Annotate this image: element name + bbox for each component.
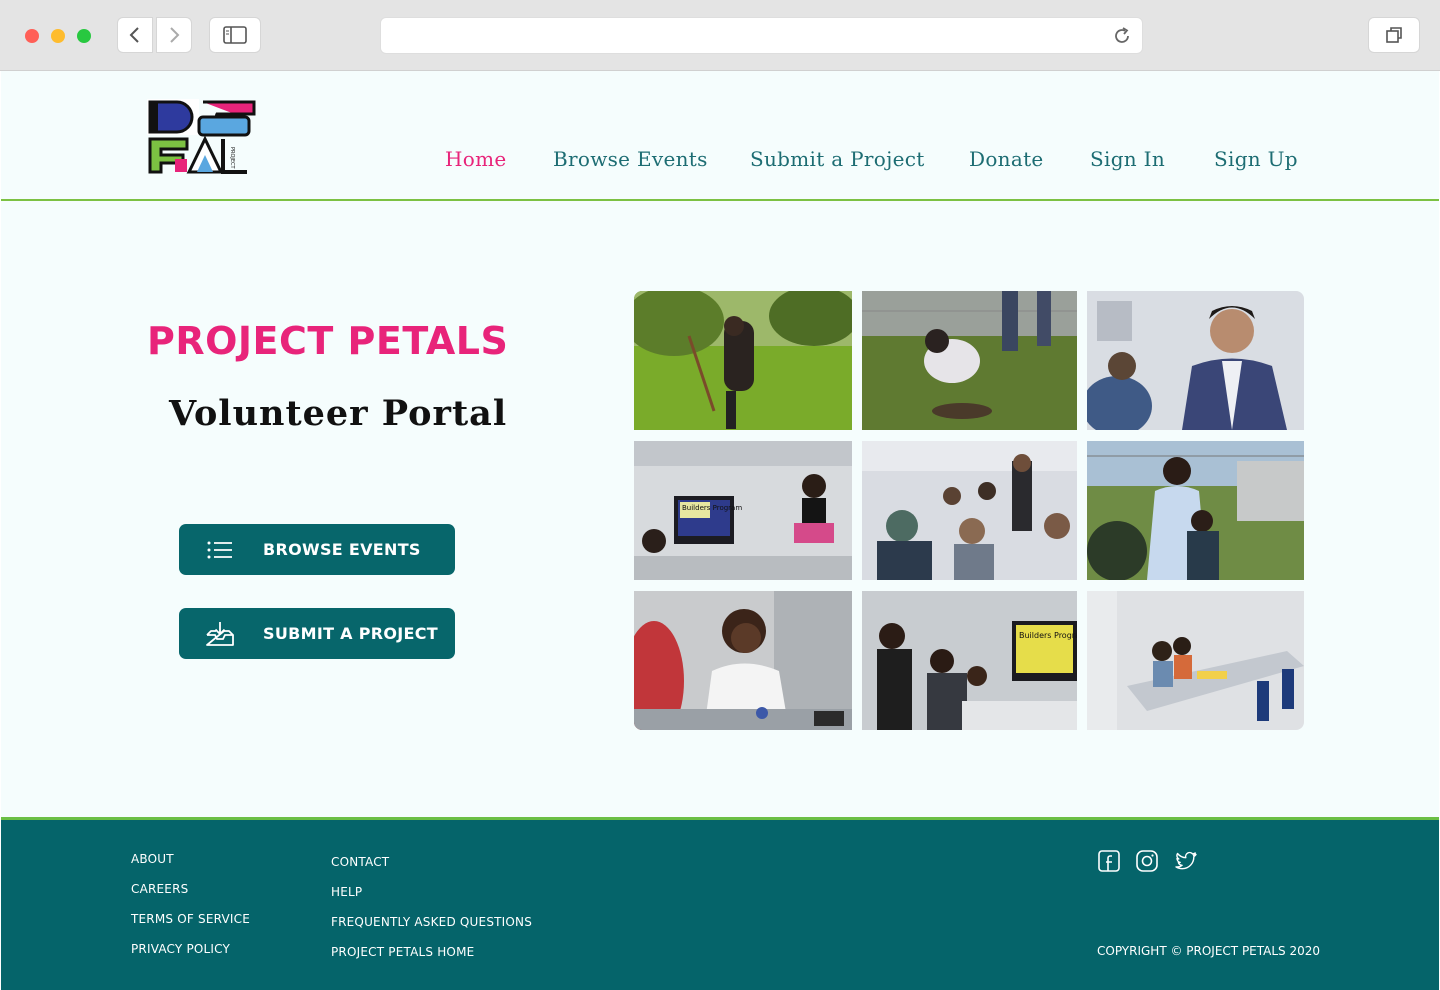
- man-in-plaid-blazer-photo: [1087, 291, 1304, 430]
- minimize-window-button[interactable]: [51, 29, 65, 43]
- builders-program-screen-text: Builders Program: [682, 504, 742, 512]
- woman-smiling-classroom-photo: [634, 591, 852, 730]
- browse-events-label: BROWSE EVENTS: [263, 540, 421, 559]
- nav-sign-in[interactable]: Sign In: [1090, 147, 1165, 171]
- instagram-icon[interactable]: [1135, 849, 1159, 873]
- logo-small-text: PROJECT: [229, 147, 235, 170]
- nav-browse-events[interactable]: Browse Events: [553, 147, 708, 171]
- volunteer-digging-photo: [634, 291, 852, 430]
- site-footer: ABOUT CAREERS TERMS OF SERVICE PRIVACY P…: [1, 817, 1439, 990]
- site-header: PROJECT Home Browse Events Submit a Proj…: [1, 71, 1439, 201]
- nav-submit-project[interactable]: Submit a Project: [750, 147, 925, 171]
- close-window-button[interactable]: [25, 29, 39, 43]
- footer-link-careers[interactable]: CAREERS: [131, 882, 188, 896]
- chevron-right-icon: [170, 27, 180, 43]
- builders-program-students-photo: Builders Program: [862, 591, 1077, 730]
- footer-link-privacy[interactable]: PRIVACY POLICY: [131, 942, 230, 956]
- copyright-text: COPYRIGHT © PROJECT PETALS 2020: [1097, 944, 1321, 958]
- browser-chrome: [0, 0, 1440, 71]
- builders-program-class-photo: Builders Program: [634, 441, 852, 580]
- web-page: PROJECT Home Browse Events Submit a Proj…: [1, 71, 1439, 990]
- footer-link-about[interactable]: ABOUT: [131, 852, 174, 866]
- submit-project-button[interactable]: SUBMIT A PROJECT: [179, 608, 455, 659]
- students-classroom-photo: [862, 441, 1077, 580]
- forward-button[interactable]: [156, 17, 192, 53]
- maximize-window-button[interactable]: [77, 29, 91, 43]
- nav-donate[interactable]: Donate: [969, 147, 1044, 171]
- reload-icon[interactable]: [1112, 26, 1132, 46]
- footer-link-contact[interactable]: CONTACT: [331, 855, 389, 869]
- nav-sign-up[interactable]: Sign Up: [1214, 147, 1298, 171]
- sidebar-toggle-button[interactable]: [209, 17, 261, 53]
- hero-title: PROJECT PETALS: [147, 319, 509, 363]
- submit-project-label: SUBMIT A PROJECT: [263, 624, 439, 643]
- browse-events-button[interactable]: BROWSE EVENTS: [179, 524, 455, 575]
- facebook-icon[interactable]: [1097, 849, 1121, 873]
- address-bar[interactable]: [380, 17, 1143, 54]
- list-icon: [205, 535, 235, 565]
- sidebar-icon: [223, 26, 247, 44]
- hero-subtitle: Volunteer Portal: [169, 393, 508, 434]
- twitter-icon[interactable]: [1174, 849, 1198, 873]
- children-at-table-photo: [1087, 591, 1304, 730]
- footer-link-faq[interactable]: FREQUENTLY ASKED QUESTIONS: [331, 915, 532, 929]
- footer-link-home[interactable]: PROJECT PETALS HOME: [331, 945, 474, 959]
- footer-link-terms[interactable]: TERMS OF SERVICE: [131, 912, 250, 926]
- tabs-icon: [1386, 27, 1402, 43]
- footer-link-help[interactable]: HELP: [331, 885, 362, 899]
- nav-home[interactable]: Home: [445, 147, 506, 171]
- tab-overview-button[interactable]: [1368, 17, 1420, 53]
- volunteer-planting-photo: [862, 291, 1077, 430]
- inbox-download-icon: [205, 619, 235, 649]
- back-button[interactable]: [117, 17, 153, 53]
- builders-program-screen-text-2: Builders Program: [1019, 631, 1077, 640]
- photo-gallery: Builders Program Builders Program: [634, 291, 1304, 730]
- volunteers-outdoor-smiling-photo: [1087, 441, 1304, 580]
- project-petals-logo[interactable]: PROJECT: [147, 99, 257, 175]
- chevron-left-icon: [129, 27, 139, 43]
